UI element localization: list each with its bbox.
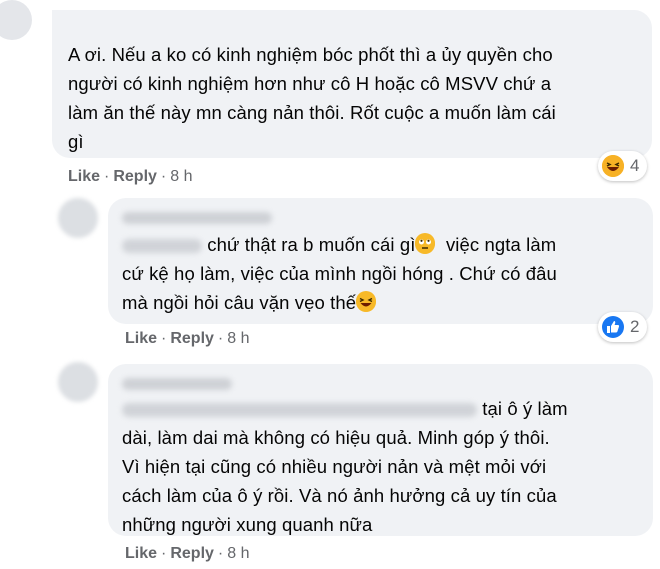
comment-actions: Like · Reply · 8 h bbox=[125, 545, 250, 562]
mention-tag[interactable] bbox=[122, 239, 202, 254]
reply-bubble: tại ô ý làm dài, làm dai mà không có hiệ… bbox=[108, 364, 653, 536]
reaction-summary[interactable]: 4 bbox=[598, 151, 648, 181]
timestamp[interactable]: 8 h bbox=[227, 330, 249, 347]
avatar[interactable] bbox=[0, 0, 32, 40]
author-name bbox=[122, 378, 232, 390]
mention-tag[interactable] bbox=[122, 403, 477, 418]
avatar[interactable] bbox=[58, 362, 98, 402]
reply-bubble: chứ thật ra b muốn cái gì việc ngta làm … bbox=[108, 198, 653, 324]
grinning-squinting-icon bbox=[356, 291, 377, 312]
like-button[interactable]: Like bbox=[125, 330, 157, 347]
reaction-summary[interactable]: 2 bbox=[598, 312, 648, 342]
reply-button[interactable]: Reply bbox=[170, 545, 214, 562]
reaction-count: 4 bbox=[630, 156, 640, 175]
author-name bbox=[122, 212, 272, 224]
reply-button[interactable]: Reply bbox=[113, 168, 157, 185]
reaction-count: 2 bbox=[630, 317, 640, 336]
timestamp[interactable]: 8 h bbox=[227, 545, 249, 562]
reply-button[interactable]: Reply bbox=[170, 330, 214, 347]
comment-text: chứ thật ra b muốn cái gì việc ngta làm … bbox=[122, 233, 557, 313]
like-icon bbox=[602, 316, 624, 338]
comment-text: tại ô ý làm dài, làm dai mà không có hiệ… bbox=[122, 398, 568, 535]
rolling-eyes-icon bbox=[415, 233, 436, 254]
like-button[interactable]: Like bbox=[68, 168, 100, 185]
comment-actions: Like · Reply · 8 h bbox=[68, 168, 193, 185]
comment-text: A ơi. Nếu a ko có kinh nghiệm bóc phốt t… bbox=[68, 44, 556, 152]
comment-bubble: A ơi. Nếu a ko có kinh nghiệm bóc phốt t… bbox=[52, 10, 652, 158]
avatar[interactable] bbox=[58, 198, 98, 238]
comment-actions: Like · Reply · 8 h bbox=[125, 330, 250, 347]
haha-icon bbox=[602, 155, 624, 177]
timestamp[interactable]: 8 h bbox=[170, 168, 192, 185]
like-button[interactable]: Like bbox=[125, 545, 157, 562]
